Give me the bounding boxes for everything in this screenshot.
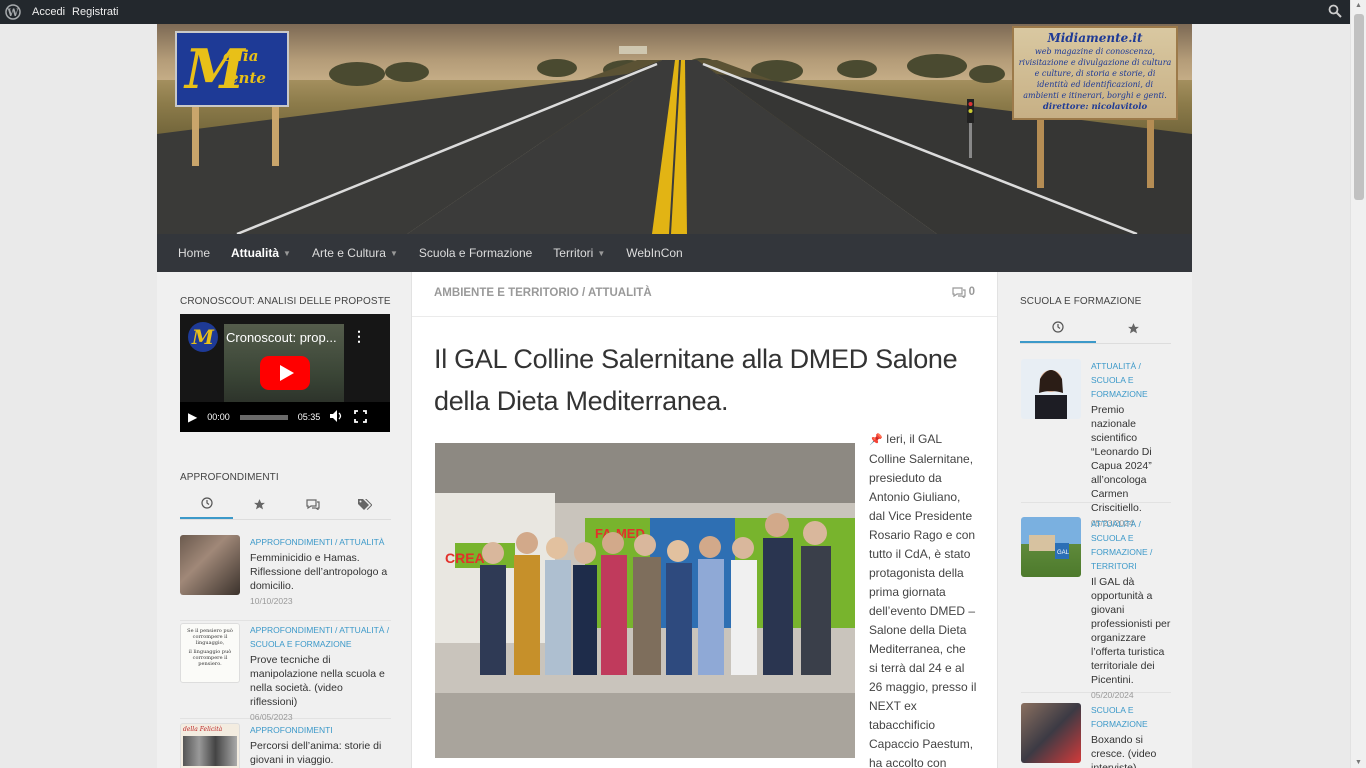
post-date: 05/20/2024	[1091, 690, 1134, 700]
list-item[interactable]: Se il pensiero può corrompere il linguag…	[180, 623, 391, 722]
right-sidebar: SCUOLA E FORMAZIONE ATTUALITÀ / SCUOLA E…	[997, 272, 1192, 768]
main-content: AMBIENTE E TERRITORIO / ATTUALITÀ 0 Il G…	[412, 272, 997, 768]
login-link[interactable]: Accedi	[32, 0, 65, 24]
left-sidebar: CRONOSCOUT: ANALISI DELLE PROPOSTE M Cro…	[157, 272, 412, 768]
post-thumbnail[interactable]: Se il pensiero può corrompere il linguag…	[180, 623, 240, 683]
tab-recent[interactable]	[1020, 313, 1096, 343]
scroll-up-icon[interactable]: ▲	[1355, 2, 1362, 9]
post-title[interactable]: Il GAL dà opportunità a giovani professi…	[1091, 575, 1171, 687]
post-meta: AMBIENTE E TERRITORIO / ATTUALITÀ 0	[412, 272, 997, 317]
tab-popular[interactable]	[1096, 313, 1171, 343]
tab-recent[interactable]	[180, 489, 233, 519]
comments-icon	[951, 287, 966, 298]
post-category[interactable]: SCUOLA E FORMAZIONE	[1091, 703, 1171, 731]
list-item[interactable]: SCUOLA E FORMAZIONE Boxando si cresce. (…	[1021, 703, 1171, 768]
board-director: direttore: nicolavitolo	[1042, 102, 1148, 112]
post-category[interactable]: APPROFONDIMENTI / ATTUALITÀ	[250, 535, 391, 549]
post-title[interactable]: Percorsi dell’anima: storie di giovani i…	[250, 739, 391, 767]
fullscreen-icon[interactable]	[354, 409, 368, 425]
tab-tags[interactable]	[339, 489, 391, 519]
list-item[interactable]: APPROFONDIMENTI / ATTUALITÀ Femminicidio…	[180, 535, 391, 621]
post-date: 06/05/2023	[250, 712, 293, 722]
site-header: M edia ente Midiamente.it web magazine d…	[157, 24, 1192, 234]
caret-down-icon: ▼	[597, 248, 606, 258]
star-icon	[254, 498, 265, 509]
list-item[interactable]: ATTUALITÀ / SCUOLA E FORMAZIONE Premio n…	[1021, 359, 1171, 528]
post-thumbnail[interactable]	[1021, 703, 1081, 763]
admin-bar: W Accedi Registrati	[0, 0, 1350, 24]
clock-icon	[200, 497, 213, 509]
video-widget-title: CRONOSCOUT: ANALISI DELLE PROPOSTE	[180, 296, 391, 307]
wordpress-icon[interactable]: W	[1, 0, 25, 24]
youtube-play-button[interactable]	[260, 356, 310, 390]
scrollbar-thumb[interactable]	[1354, 14, 1364, 200]
register-link[interactable]: Registrati	[72, 0, 118, 24]
nav-item-home[interactable]: Home	[178, 246, 210, 260]
svg-text:GAL: GAL	[1057, 550, 1070, 556]
header-tagline-board: Midiamente.it web magazine di conoscenza…	[1012, 26, 1178, 120]
tab-popular[interactable]	[233, 489, 286, 519]
posts-widget-title: APPROFONDIMENTI	[180, 472, 279, 483]
volume-icon[interactable]	[330, 410, 344, 424]
site-logo[interactable]: M edia ente	[175, 31, 289, 107]
video-title[interactable]: Cronoscout: prop...	[226, 330, 337, 345]
post-category[interactable]: APPROFONDIMENTI	[250, 723, 391, 737]
posts-widget-tabs	[180, 489, 391, 520]
board-subtitle: web magazine di conoscenza, rivisitazion…	[1018, 47, 1172, 100]
duration: 05:35	[297, 412, 321, 422]
right-widget-title: SCUOLA E FORMAZIONE	[1020, 296, 1142, 307]
board-title: Midiamente.it	[1047, 31, 1143, 45]
page-scrollbar[interactable]: ▲ ▼	[1350, 0, 1366, 768]
scroll-down-icon[interactable]: ▼	[1355, 759, 1362, 766]
list-item[interactable]: GAL ATTUALITÀ / SCUOLA E FORMAZIONE / TE…	[1021, 517, 1171, 700]
video-controls: ▶ 00:00 05:35	[180, 402, 390, 432]
current-time: 00:00	[207, 412, 230, 422]
post-category[interactable]: ATTUALITÀ / SCUOLA E FORMAZIONE / TERRIT…	[1091, 517, 1171, 573]
crea-sign: CREA	[445, 550, 485, 566]
comments-count[interactable]: 0	[951, 286, 975, 298]
main-nav: Home Attualità ▼ Arte e Cultura ▼ Scuola e…	[157, 234, 1192, 272]
star-icon	[1128, 322, 1139, 333]
post-title[interactable]: Femminicidio e Hamas. Riflessione dell’a…	[250, 551, 391, 593]
post-thumbnail[interactable]	[1021, 359, 1081, 419]
post-thumbnail[interactable]: GAL	[1021, 517, 1081, 577]
tab-comments[interactable]	[286, 489, 339, 519]
pin-icon: 📌	[869, 434, 883, 446]
nav-item-scuola-formazione[interactable]: Scuola e Formazione	[419, 246, 532, 260]
page-title: Il GAL Colline Salernitane alla DMED Sal…	[434, 344, 958, 416]
post-category[interactable]: ATTUALITÀ / SCUOLA E FORMAZIONE	[1091, 359, 1171, 401]
post-title[interactable]: Prove tecniche di manipolazione nella sc…	[250, 653, 391, 709]
caret-down-icon: ▼	[283, 248, 291, 258]
caret-down-icon: ▼	[389, 248, 398, 258]
post-title[interactable]: Boxando si cresce. (video interviste)	[1091, 733, 1171, 768]
video-progress-bar[interactable]	[239, 414, 288, 420]
list-item[interactable]: della Felicità APPROFONDIMENTI Percorsi …	[180, 723, 391, 768]
nav-item-attualita[interactable]: Attualità ▼	[231, 246, 291, 260]
nav-item-webincon[interactable]: WebInCon	[626, 246, 682, 260]
channel-avatar[interactable]: M	[188, 322, 218, 352]
youtube-video-player[interactable]: M Cronoscout: prop... ⋮ ▶ 00:00 05:35	[180, 314, 390, 432]
tags-icon	[358, 499, 372, 510]
search-icon[interactable]	[1328, 4, 1342, 23]
play-icon[interactable]: ▶	[188, 410, 197, 424]
post-categories[interactable]: AMBIENTE E TERRITORIO / ATTUALITÀ	[434, 287, 652, 299]
post-category[interactable]: APPROFONDIMENTI / ATTUALITÀ / SCUOLA E F…	[250, 623, 391, 651]
post-thumbnail[interactable]	[180, 535, 240, 595]
post-date: 10/10/2023	[250, 596, 293, 606]
more-vert-icon[interactable]: ⋮	[352, 328, 366, 345]
nav-item-arte-cultura[interactable]: Arte e Cultura ▼	[312, 246, 398, 260]
clock-icon	[1052, 321, 1064, 333]
svg-text:W: W	[6, 8, 19, 19]
post-title[interactable]: Premio nazionale scientifico “Leonardo D…	[1091, 403, 1171, 515]
post-thumbnail[interactable]: della Felicità	[180, 723, 240, 768]
article-body: 📌 Ieri, il GAL Colline Salernitane, pres…	[869, 432, 977, 768]
comments-icon	[305, 499, 320, 510]
nav-item-territori[interactable]: Territori ▼	[553, 246, 605, 260]
right-widget-tabs	[1020, 313, 1171, 344]
article-photo[interactable]: CREA FA-MED	[435, 443, 855, 758]
